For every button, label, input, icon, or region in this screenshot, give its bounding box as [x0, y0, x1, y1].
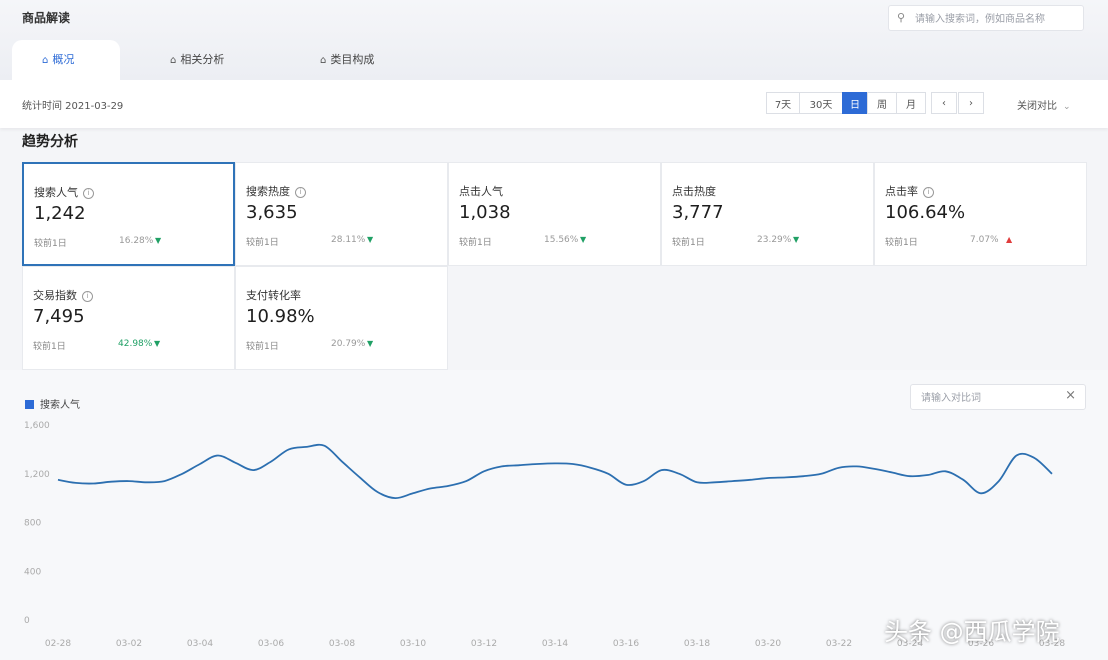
y-tick-label: 1,600 [24, 421, 50, 431]
info-icon[interactable]: i [82, 291, 93, 302]
metric-value: 3,777 [672, 202, 724, 223]
metric-change-pct: 42.98% [118, 339, 153, 349]
tab-label: 类目构成 [330, 53, 375, 66]
metric-label: 点击热度 [672, 185, 716, 198]
metric-card[interactable]: 支付转化率 10.98% 较前1日 20.79% ▼ [235, 266, 448, 370]
metric-change-pct: 15.56% [544, 235, 579, 245]
x-tick-label: 03-06 [258, 639, 284, 649]
x-tick-label: 03-02 [116, 639, 142, 649]
period-7d-button[interactable]: 7天 [766, 92, 800, 114]
metric-label: 交易指数 i [33, 287, 93, 303]
metric-card[interactable]: 搜索人气 i 1,242 较前1日 16.28% ▼ [22, 162, 235, 266]
toolbar: 统计时间 2021-03-29 7天 30天 日 周 月 ‹ › 关闭对比 ⌄ [0, 80, 1108, 128]
metric-compare-label: 较前1日 [34, 239, 67, 249]
arrow-down-icon: ▼ [154, 339, 161, 348]
arrow-up-icon: ▲ [1006, 235, 1013, 244]
period-week-button[interactable]: 周 [867, 92, 897, 114]
y-tick-label: 800 [24, 519, 41, 529]
prev-date-button[interactable]: ‹ [931, 92, 957, 114]
page-title: 商品解读 [22, 11, 71, 25]
x-tick-label: 03-22 [826, 639, 852, 649]
metric-compare-label: 较前1日 [33, 342, 66, 352]
metric-compare-label: 较前1日 [246, 342, 279, 352]
metric-change-pct: 28.11% [331, 235, 366, 245]
metric-label: 搜索人气 i [34, 184, 94, 200]
home-icon: ⌂ [42, 55, 49, 66]
y-tick-label: 400 [24, 567, 41, 577]
x-tick-label: 03-04 [187, 639, 213, 649]
metric-card[interactable]: 交易指数 i 7,495 较前1日 42.98% ▼ [22, 266, 235, 370]
chevron-right-icon: › [969, 97, 973, 109]
period-selector: 7天 30天 日 周 月 [766, 92, 926, 114]
x-tick-label: 03-14 [542, 639, 568, 649]
tab-overview[interactable]: ⌂ 概况 [12, 40, 120, 80]
metric-change-pct: 16.28% [119, 236, 154, 246]
metric-value: 1,038 [459, 202, 511, 223]
x-tick-label: 03-10 [400, 639, 426, 649]
metric-compare-label: 较前1日 [885, 238, 918, 248]
period-30d-button[interactable]: 30天 [799, 92, 843, 114]
metric-value: 10.98% [246, 306, 315, 327]
compare-toggle[interactable]: 关闭对比 ⌄ [1017, 97, 1071, 112]
metric-value: 1,242 [34, 203, 86, 224]
metric-card[interactable]: 搜索热度 i 3,635 较前1日 28.11% ▼ [235, 162, 448, 266]
search-box[interactable]: ⚲ [888, 5, 1084, 31]
metric-compare-label: 较前1日 [459, 238, 492, 248]
search-input[interactable] [913, 9, 1082, 29]
x-tick-label: 03-18 [684, 639, 710, 649]
chevron-down-icon: ⌄ [1063, 102, 1071, 112]
info-icon[interactable]: i [83, 188, 94, 199]
metric-label: 点击人气 [459, 185, 503, 198]
metric-compare-label: 较前1日 [246, 238, 279, 248]
arrow-down-icon: ▼ [367, 339, 374, 348]
watermark: 头条 @西瓜学院 [884, 618, 1060, 646]
metric-card[interactable]: 点击热度 3,777 较前1日 23.29% ▼ [661, 162, 874, 266]
compare-toggle-label: 关闭对比 [1017, 101, 1057, 112]
home-icon: ⌂ [320, 55, 327, 66]
tab-category-composition[interactable]: ⌂ 类目构成 [320, 40, 374, 80]
arrow-down-icon: ▼ [580, 235, 587, 244]
x-tick-label: 03-20 [755, 639, 781, 649]
x-tick-label: 02-28 [45, 639, 71, 649]
stat-date: 统计时间 2021-03-29 [22, 101, 124, 112]
info-icon[interactable]: i [923, 187, 934, 198]
arrow-down-icon: ▼ [367, 235, 374, 244]
tab-label: 相关分析 [180, 53, 225, 66]
info-icon[interactable]: i [295, 187, 306, 198]
metric-label: 支付转化率 [246, 289, 301, 302]
period-day-button[interactable]: 日 [842, 92, 868, 114]
period-month-button[interactable]: 月 [896, 92, 926, 114]
top-bar: 商品解读 ⚲ ⌂概况 ⌂相关分析 ⌂类目构成 [0, 0, 1108, 80]
x-tick-label: 03-12 [471, 639, 497, 649]
metric-change-pct: 23.29% [757, 235, 792, 245]
series-line[interactable] [57, 443, 1053, 500]
arrow-down-icon: ▼ [793, 235, 800, 244]
tab-related-analysis[interactable]: ⌂ 相关分析 [170, 40, 224, 80]
metric-label: 搜索热度 i [246, 183, 306, 199]
metric-label: 点击率 i [885, 183, 934, 199]
arrow-down-icon: ▼ [155, 236, 162, 245]
metric-value: 106.64% [885, 202, 966, 223]
chevron-left-icon: ‹ [942, 97, 946, 109]
metric-compare-label: 较前1日 [672, 238, 705, 248]
metric-change-pct: 20.79% [331, 339, 366, 349]
next-date-button[interactable]: › [958, 92, 984, 114]
tab-label: 概况 [52, 53, 75, 66]
y-tick-label: 1,200 [24, 470, 50, 480]
metric-change-pct: 7.07% [970, 235, 999, 245]
metric-card[interactable]: 点击人气 1,038 较前1日 15.56% ▼ [448, 162, 661, 266]
search-icon: ⚲ [897, 11, 906, 24]
metric-value: 3,635 [246, 202, 298, 223]
metric-card[interactable]: 点击率 i 106.64% 较前1日 7.07% ▲ [874, 162, 1087, 266]
section-title: 趋势分析 [22, 134, 78, 150]
x-tick-label: 03-08 [329, 639, 355, 649]
x-tick-label: 03-16 [613, 639, 639, 649]
home-icon: ⌂ [170, 55, 177, 66]
y-tick-label: 0 [24, 616, 30, 626]
metric-value: 7,495 [33, 306, 85, 327]
